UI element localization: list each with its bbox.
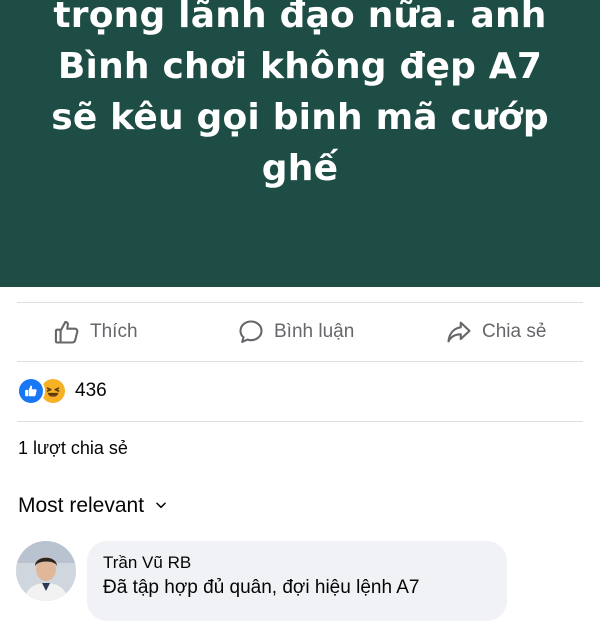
banner-line: trọng lãnh đạo nữa. anh [53,0,547,36]
divider [17,421,583,422]
reaction-count: 436 [75,380,107,401]
banner-line: ghế [261,148,339,189]
post-separator [0,287,600,301]
comment-text: Đã tập hợp đủ quân, đợi hiệu lệnh A7 [103,577,420,598]
comment-label: Bình luận [274,321,355,342]
sort-label: Most relevant [18,494,145,517]
thumbs-up-icon [53,318,81,346]
share-count[interactable]: 1 lượt chia sẻ [18,438,128,459]
like-button[interactable]: Thích [53,317,138,347]
avatar[interactable] [16,541,76,601]
like-icon [17,377,45,405]
post-banner-text: trọng lãnh đạo nữa. anh Bình chơi không … [20,0,580,194]
comment-button[interactable]: Bình luận [237,317,354,347]
reaction-summary[interactable]: 436 [17,376,107,406]
comment-icon [237,318,265,346]
like-label: Thích [90,321,138,342]
comment-sort-dropdown[interactable]: Most relevant [18,494,168,518]
share-label: Chia sẻ [482,321,547,342]
post-action-bar: Thích Bình luận Chia sẻ [0,303,600,361]
banner-line: sẽ kêu gọi binh mã cướp [51,97,549,138]
banner-line: Bình chơi không đẹp A7 [57,46,543,87]
comment-author[interactable]: Trần Vũ RB [103,553,191,573]
divider [17,361,583,362]
chevron-down-icon [154,494,168,518]
share-button[interactable]: Chia sẻ [445,317,546,347]
post-image-banner[interactable]: trọng lãnh đạo nữa. anh Bình chơi không … [0,0,600,287]
comment-bubble: Trần Vũ RB Đã tập hợp đủ quân, đợi hiệu … [87,541,507,621]
share-icon [445,318,473,346]
